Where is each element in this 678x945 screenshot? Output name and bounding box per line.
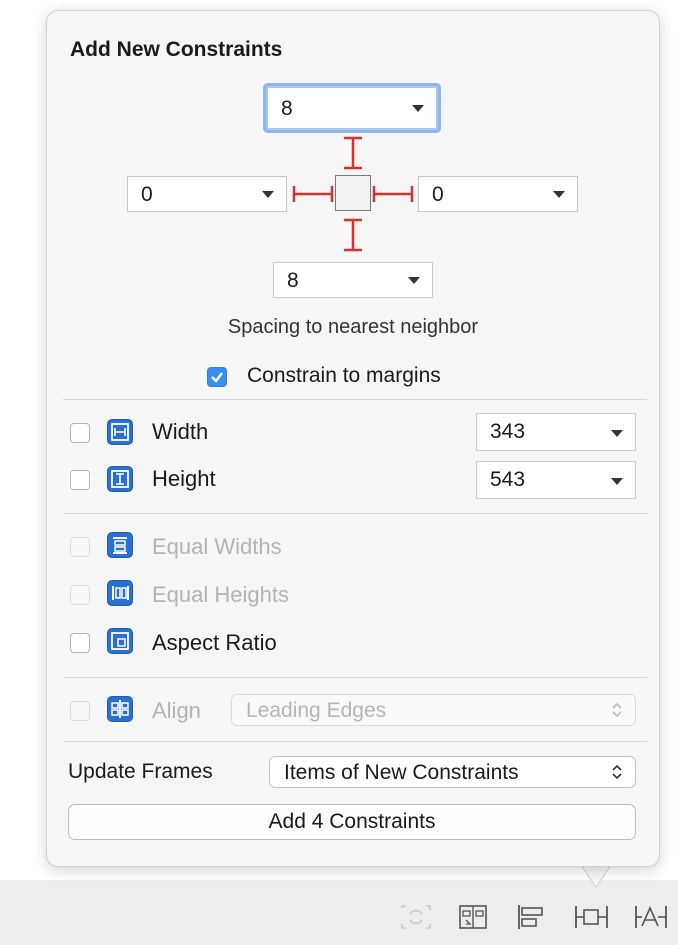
top-constraint-strut-icon[interactable] [338, 134, 368, 174]
popover-title: Add New Constraints [70, 38, 283, 61]
width-icon [107, 419, 133, 445]
chevron-down-icon[interactable] [262, 191, 274, 198]
height-value: 543 [490, 468, 526, 491]
height-label: Height [152, 466, 216, 491]
bottom-constraint-strut-icon[interactable] [338, 216, 368, 256]
aspect-ratio-checkbox[interactable] [70, 633, 90, 653]
equal-heights-checkbox[interactable] [70, 585, 90, 605]
top-spacing-value: 8 [281, 97, 293, 120]
left-spacing-value: 0 [141, 183, 153, 206]
equal-heights-icon [107, 580, 133, 606]
bottom-spacing-value: 8 [287, 269, 299, 292]
updown-chevron-icon [612, 702, 622, 718]
equal-widths-checkbox[interactable] [70, 537, 90, 557]
equal-widths-label: Equal Widths [152, 534, 282, 559]
align-popup[interactable]: Leading Edges [231, 694, 636, 726]
resolve-issues-icon[interactable] [632, 902, 672, 932]
chevron-down-icon[interactable] [611, 430, 623, 437]
aspect-ratio-label: Aspect Ratio [152, 630, 277, 655]
stack-icon[interactable] [456, 902, 492, 932]
chevron-down-icon[interactable] [412, 105, 424, 112]
width-checkbox[interactable] [70, 423, 90, 443]
updown-chevron-icon [612, 764, 622, 780]
aspect-ratio-icon [107, 628, 133, 654]
equal-heights-label: Equal Heights [152, 582, 289, 607]
divider [63, 513, 647, 514]
right-spacing-value: 0 [432, 183, 444, 206]
update-frames-popup[interactable]: Items of New Constraints [269, 756, 636, 788]
top-spacing-combo[interactable]: 8 [266, 86, 438, 130]
spacing-caption: Spacing to nearest neighbor [227, 316, 479, 338]
add-constraints-button[interactable]: Add 4 Constraints [68, 804, 636, 840]
align-label: Align [152, 698, 201, 723]
right-spacing-combo[interactable]: 0 [418, 176, 578, 212]
equal-widths-icon [107, 532, 133, 558]
selected-view-square [335, 175, 371, 211]
constrain-to-margins-label: Constrain to margins [247, 364, 441, 387]
divider [63, 741, 647, 742]
update-frames-label: Update Frames [68, 760, 213, 783]
right-constraint-strut-icon[interactable] [370, 180, 416, 208]
height-icon [107, 466, 133, 492]
divider [63, 399, 647, 400]
divider [63, 677, 647, 678]
chevron-down-icon[interactable] [611, 478, 623, 485]
height-value-combo[interactable]: 543 [476, 461, 636, 499]
width-label: Width [152, 419, 209, 444]
chevron-down-icon[interactable] [553, 191, 565, 198]
height-checkbox[interactable] [70, 470, 90, 490]
left-constraint-strut-icon[interactable] [290, 180, 336, 208]
width-value-combo[interactable]: 343 [476, 413, 636, 451]
update-frames-icon[interactable] [398, 902, 434, 932]
align-icon [107, 696, 133, 722]
constrain-to-margins-checkbox[interactable] [207, 367, 227, 387]
width-value: 343 [490, 420, 526, 443]
align-icon[interactable] [514, 902, 550, 932]
left-spacing-combo[interactable]: 0 [127, 176, 287, 212]
update-frames-value: Items of New Constraints [284, 761, 519, 784]
bottom-spacing-combo[interactable]: 8 [273, 262, 433, 298]
align-checkbox[interactable] [70, 701, 90, 721]
align-value: Leading Edges [246, 699, 387, 722]
chevron-down-icon[interactable] [408, 277, 420, 284]
add-constraints-icon[interactable] [572, 902, 612, 932]
